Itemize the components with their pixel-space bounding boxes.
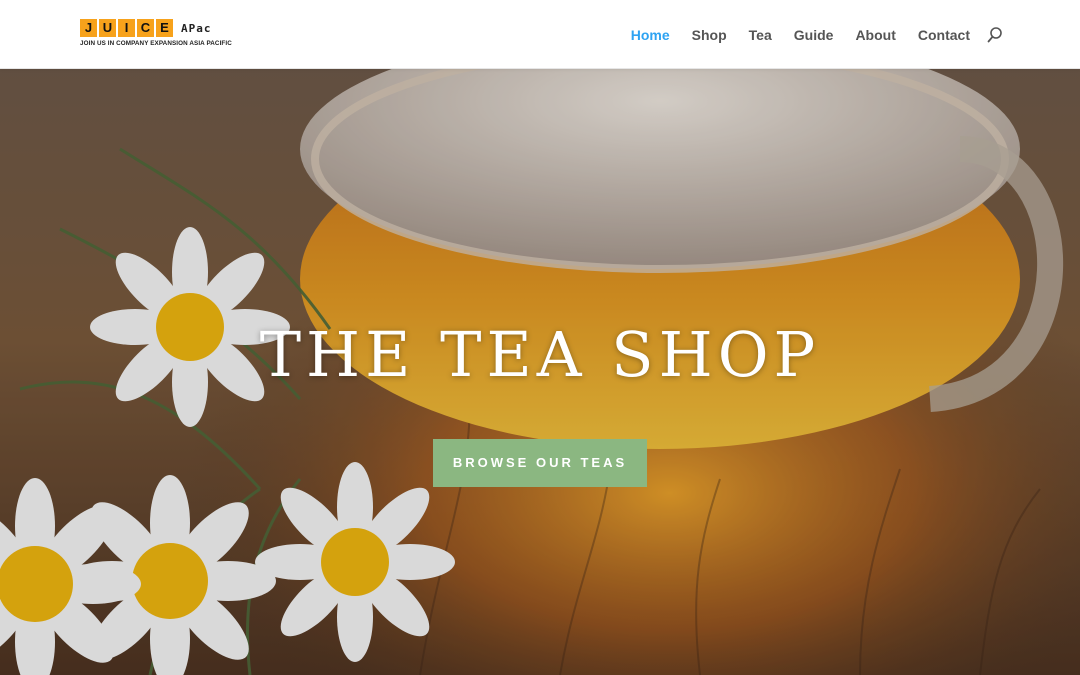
nav-tea[interactable]: Tea [749,26,772,44]
logo-suffix: APac [181,21,212,35]
site-header: J U I C E APac JOIN US IN COMPANY EXPANS… [0,0,1080,69]
nav-about[interactable]: About [855,26,895,44]
hero-title: THE TEA SHOP [259,318,821,391]
nav-home[interactable]: Home [631,26,670,44]
search-icon[interactable] [986,26,1004,44]
main-nav: Home Shop Tea Guide About Contact [609,26,970,44]
nav-guide[interactable]: Guide [794,26,834,44]
logo-tagline: JOIN US IN COMPANY EXPANSION ASIA PACIFI… [80,40,232,47]
logo-letter: C [137,19,154,37]
nav-contact[interactable]: Contact [918,26,970,44]
logo-letter: E [156,19,173,37]
logo-letter: I [118,19,135,37]
hero-section: THE TEA SHOP BROWSE OUR TEAS [0,69,1080,675]
logo-mark: J U I C E APac [80,19,230,37]
logo-letter: U [99,19,116,37]
site-logo[interactable]: J U I C E APac JOIN US IN COMPANY EXPANS… [80,19,232,53]
nav-shop[interactable]: Shop [692,26,727,44]
browse-teas-button[interactable]: BROWSE OUR TEAS [433,439,647,487]
logo-letter: J [80,19,97,37]
